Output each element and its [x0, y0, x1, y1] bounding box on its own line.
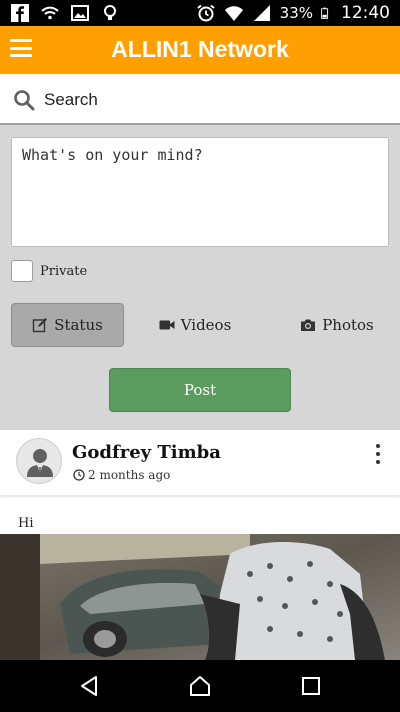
post-button[interactable]: Post	[109, 368, 291, 412]
post-text: Hi	[18, 516, 34, 531]
wifi-icon	[41, 6, 59, 20]
post-author[interactable]: Godfrey Timba	[72, 442, 221, 463]
private-label: Private	[40, 263, 88, 279]
image-icon	[71, 5, 89, 21]
home-icon[interactable]	[188, 674, 212, 698]
private-checkbox[interactable]	[11, 260, 33, 282]
post-time-text: 2 months ago	[88, 468, 171, 482]
tab-status[interactable]: Status	[11, 303, 124, 347]
tab-photos[interactable]: Photos	[282, 303, 392, 347]
search-bar[interactable]: Search	[0, 74, 400, 125]
tab-videos[interactable]: Videos	[140, 303, 250, 347]
camera-icon	[301, 319, 316, 331]
video-camera-icon	[159, 320, 175, 330]
lightbulb-icon	[104, 5, 116, 20]
alarm-icon	[197, 4, 215, 22]
signal-icon	[253, 5, 270, 21]
status-bar: 33% 12:40	[0, 0, 400, 26]
app-title: ALLIN1 Network	[111, 36, 289, 62]
post-timestamp: 2 months ago	[73, 468, 170, 482]
search-label: Search	[44, 90, 98, 109]
tab-status-label: Status	[54, 316, 103, 334]
battery-percentage: 33%	[279, 4, 313, 22]
back-icon[interactable]	[77, 674, 101, 698]
edit-icon	[32, 318, 48, 333]
private-option[interactable]: Private	[11, 258, 87, 284]
recents-icon[interactable]	[299, 674, 323, 698]
clock: 12:40	[341, 3, 390, 23]
tab-photos-label: Photos	[322, 316, 374, 334]
more-vertical-icon[interactable]	[374, 444, 382, 464]
news-feed: Godfrey Timba 2 months ago Hi	[0, 430, 400, 660]
app-bar: ALLIN1 Network	[0, 26, 400, 74]
tab-videos-label: Videos	[180, 316, 232, 334]
battery-icon	[321, 7, 329, 19]
user-avatar-icon	[27, 449, 53, 477]
status-input[interactable]: What's on your mind?	[11, 137, 389, 247]
navigation-bar	[0, 660, 400, 712]
post-photo	[0, 534, 400, 660]
post-composer: What's on your mind? Private Status Vide…	[0, 125, 400, 430]
search-icon	[14, 90, 35, 111]
post-image[interactable]	[0, 534, 400, 660]
avatar[interactable]	[16, 438, 62, 484]
clock-icon	[73, 469, 85, 481]
facebook-icon	[11, 4, 29, 22]
wifi-full-icon	[224, 6, 243, 21]
post-header: Godfrey Timba 2 months ago	[0, 430, 400, 496]
